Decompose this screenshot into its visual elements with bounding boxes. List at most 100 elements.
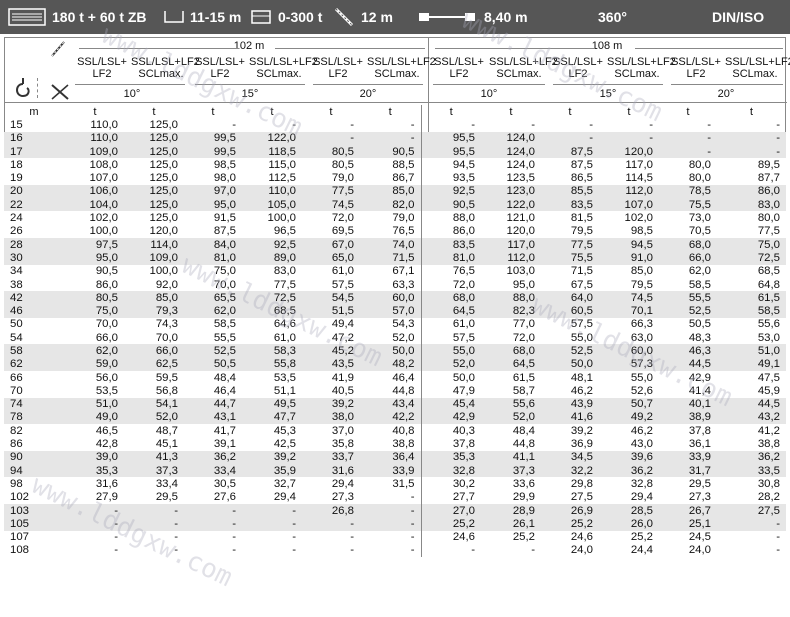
load-cell: 98,0 [213,172,236,185]
load-cell: 44,8 [512,438,535,451]
load-cell: - [410,531,415,544]
load-cell: 41,1 [481,450,541,465]
load-cell: 32,8 [630,477,653,490]
load-cell: 112,0 [481,251,541,265]
load-cell: 48,7 [155,424,178,437]
load-cell: 68,0 [659,237,717,252]
load-cell: 42,8 [95,438,118,451]
load-cell: 97,5 [66,237,124,252]
load-cell: 27,0 [420,503,481,518]
unit-row: tttttttttttt [4,105,786,119]
col-sub-1: LF2 [92,68,112,80]
load-cell: - [242,503,302,518]
load-cell: 52,0 [392,331,415,344]
load-cell: - [707,118,711,131]
load-cell: 93,5 [420,171,481,185]
radius-cell: 108 [10,544,30,557]
load-cell: 63,3 [392,278,415,291]
load-cell: 26,9 [541,503,599,518]
load-cell: 40,1 [659,397,717,411]
load-cell: 25,2 [420,517,481,531]
load-cell: 68,0 [420,291,481,305]
load-cell: - [776,544,780,557]
load-cell: 58,5 [213,318,236,331]
load-cell: 38,8 [392,438,415,451]
angle-15-b: 15° [599,88,617,100]
load-cell: 78,5 [659,184,717,199]
load-cell: 39,2 [302,397,360,411]
load-cell: 55,6 [481,397,541,411]
load-cell: 88,0 [420,211,481,225]
angle-10-a: 10° [123,88,141,100]
load-cell: 75,5 [541,251,599,265]
load-cell: 89,0 [242,251,302,265]
radius-cell: 86 [10,438,23,451]
table-row: 58 62,0 66,0 52,5 58,3 45,2 50,0 55,0 68,0 52,5 60… [4,344,786,358]
table-row: 18 108,0 125,0 98,5 115,0 80,5 88,5 94,5 124,0 87… [4,158,786,172]
load-cell: 102,0 [624,212,653,225]
load-cell: - [776,118,780,131]
load-cell: 57,5 [570,318,593,331]
col-head-7: SSL/LSL+ [434,56,484,68]
radius-cell: 38 [10,278,23,291]
unit-cell: t [509,105,513,118]
load-cell: 34,5 [541,450,599,465]
load-cell: - [66,517,124,531]
radius-cell: 20 [4,184,66,199]
load-cell: 122,0 [481,198,541,212]
load-cell: 45,4 [420,397,481,411]
load-cell: 80,5 [66,291,124,305]
radius-cell: 54 [10,331,23,344]
load-cell: 70,0 [213,278,236,291]
table-row: 70 53,5 56,8 46,4 51,1 40,5 44,8 47,9 58,7 46,2 52… [4,384,786,398]
load-cell: 88,5 [392,158,415,171]
load-cell: 45,1 [155,438,178,451]
load-cell: 61,0 [273,331,296,344]
load-cell: 100,0 [89,225,118,238]
col-sub-3: LF2 [210,68,230,80]
load-cell: - [410,491,415,504]
load-cell: 39,6 [599,450,659,465]
table-row: 19 107,0 125,0 98,0 112,5 79,0 86,7 93,5 123,5 86… [4,171,786,185]
load-cell: - [302,517,360,531]
load-cell: 48,3 [688,331,711,344]
load-cell: 46,5 [95,424,118,437]
table-row: 78 49,0 52,0 43,1 47,7 38,0 42,2 42,9 52,0 41,6 49… [4,410,786,425]
load-cell: 80,5 [302,144,360,159]
load-cell: 43,0 [630,438,653,451]
load-cell: 55,8 [242,357,302,371]
load-cell: 80,5 [331,158,354,171]
col-head-2: SSL/LSL+LF2 [131,56,200,68]
load-cell: 26,1 [481,517,541,531]
load-cell: 79,5 [630,278,653,291]
load-cell: - [174,531,178,544]
load-cell: 27,3 [331,491,354,504]
load-cell: - [292,531,296,544]
load-cell: 60,5 [541,304,599,318]
jib-text: 12 m [361,9,393,25]
load-cell: 43,1 [184,410,242,425]
load-cell: 85,0 [630,265,653,278]
load-chart: 102 m 108 m SSL/LSL+ LF2 SSL/LSL+LF2 SCLma… [4,37,790,615]
load-cell: 44,5 [659,357,717,371]
counterweight-text: 0-300 t [278,9,323,25]
load-cell: 120,0 [506,225,535,238]
slew-text: 360° [598,9,627,25]
radius-cell: 62 [4,357,66,371]
load-cell: 77,5 [757,225,780,238]
load-cell: 87,5 [570,158,593,171]
col-sub-6: SCLmax. [374,68,420,80]
load-cell: 61,0 [420,317,481,332]
load-cell: 104,0 [66,198,124,212]
unit-cell: t [627,105,631,118]
radius-cell: 74 [4,397,66,411]
load-cell: 55,5 [659,291,717,305]
load-cell: 88,0 [481,291,541,305]
load-cell: 87,7 [757,172,780,185]
load-cell: 59,0 [66,357,124,371]
load-cell: 44,7 [184,397,242,411]
load-cell: 59,5 [155,371,178,384]
load-cell: - [649,118,653,131]
load-cell: 33,9 [360,464,421,478]
col-head-4: SSL/LSL+LF2 [249,56,318,68]
